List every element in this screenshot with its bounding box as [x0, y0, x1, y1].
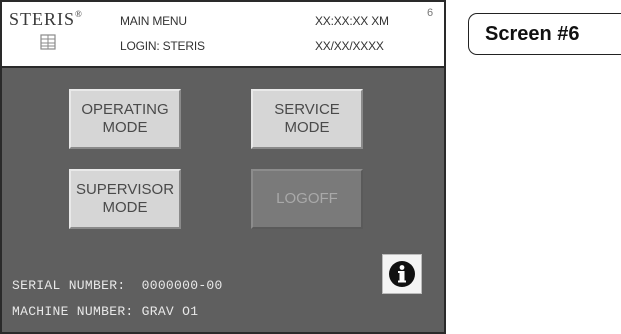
info-button[interactable] [382, 254, 422, 294]
menu-title: MAIN MENU [120, 14, 187, 28]
screen-number-tag: Screen #6 [468, 13, 621, 55]
brand-logo: STERIS® [9, 9, 83, 30]
screen-tag-label: Screen #6 [485, 23, 580, 45]
screen-number: 6 [427, 7, 434, 19]
brand-name: STERIS [9, 9, 76, 29]
machine-number-line: MACHINE NUMBER: GRAV O1 [12, 304, 199, 319]
serial-number-line: SERIAL NUMBER: 0000000-00 [12, 278, 223, 293]
clock-date: XX/XX/XXXX [315, 39, 384, 53]
supervisor-mode-button[interactable]: SUPERVISOR MODE [69, 169, 181, 229]
logoff-button[interactable]: LOGOFF [251, 169, 363, 229]
operating-mode-button[interactable]: OPERATING MODE [69, 89, 181, 149]
clock-time: XX:XX:XX XM [315, 14, 389, 28]
brand-registered-mark: ® [75, 9, 83, 19]
touch-screen-panel: STERIS® MAIN MENU LOGIN: STERIS XX:XX:XX… [0, 0, 446, 334]
header-bar: STERIS® MAIN MENU LOGIN: STERIS XX:XX:XX… [2, 2, 444, 68]
steris-emblem-icon [40, 34, 56, 50]
login-status: LOGIN: STERIS [120, 39, 205, 53]
service-mode-button[interactable]: SERVICE MODE [251, 89, 363, 149]
info-icon [389, 261, 415, 287]
